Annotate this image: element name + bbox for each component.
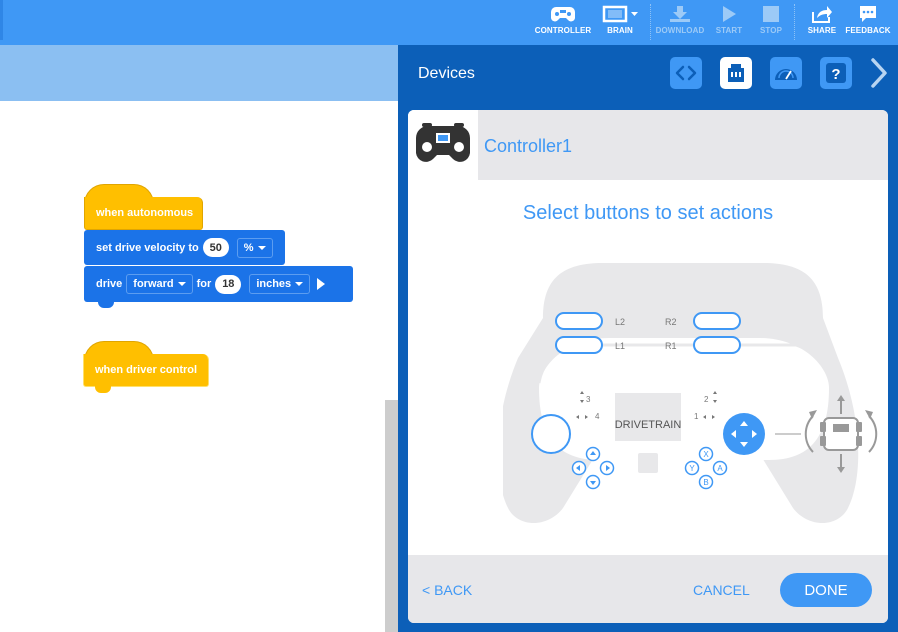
share-label: SHARE bbox=[807, 26, 837, 35]
toolbar-left-tab bbox=[0, 0, 3, 40]
set-drive-velocity-block[interactable]: set drive velocity to 50 % bbox=[84, 230, 285, 265]
when-driver-control-block[interactable]: when driver control bbox=[83, 354, 209, 387]
blocks-workspace[interactable]: when autonomous set drive velocity to 50… bbox=[0, 101, 398, 632]
l1-button[interactable] bbox=[555, 336, 603, 354]
feedback-icon bbox=[860, 6, 876, 22]
controller-icon bbox=[416, 123, 470, 162]
instruction-text: Select buttons to set actions bbox=[522, 202, 774, 224]
r1-label: R1 bbox=[665, 341, 677, 351]
drive-direction-label: forward bbox=[133, 278, 174, 290]
controller-label: CONTROLLER bbox=[534, 26, 592, 35]
axis-3-label: 3 bbox=[586, 395, 591, 404]
devices-panel: Devices ? Controller1 Select buttons to … bbox=[398, 45, 898, 632]
r2-button[interactable] bbox=[693, 312, 741, 330]
axis-2-label: 2 bbox=[704, 395, 709, 404]
brain-icon bbox=[602, 5, 638, 23]
l1-label: L1 bbox=[615, 341, 625, 351]
toolbar-separator bbox=[794, 4, 795, 40]
r1-button[interactable] bbox=[693, 336, 741, 354]
code-view-button[interactable] bbox=[670, 57, 702, 89]
velocity-value-input[interactable]: 50 bbox=[202, 238, 229, 257]
left-joystick[interactable] bbox=[531, 414, 571, 454]
device-name: Controller1 bbox=[484, 136, 573, 156]
controller-icon bbox=[551, 7, 575, 22]
dashboard-button[interactable] bbox=[770, 57, 802, 89]
brain-label: BRAIN bbox=[607, 26, 633, 35]
drive-distance-input[interactable]: 18 bbox=[215, 274, 242, 294]
done-button[interactable]: DONE bbox=[780, 573, 872, 607]
collapse-panel-chevron-icon[interactable] bbox=[868, 57, 890, 89]
x-label: X bbox=[703, 450, 709, 459]
share-icon bbox=[812, 6, 832, 23]
workspace-scrollbar[interactable] bbox=[385, 400, 398, 632]
l2-button[interactable] bbox=[555, 312, 603, 330]
chevron-down-icon bbox=[295, 282, 304, 286]
brain-button[interactable]: BRAIN bbox=[598, 0, 642, 45]
cancel-button[interactable]: CANCEL bbox=[693, 582, 750, 598]
toolbar-separator bbox=[650, 4, 651, 40]
device-header: Controller1 bbox=[408, 110, 888, 180]
drive-label: drive bbox=[96, 278, 123, 290]
a-label: A bbox=[717, 464, 723, 473]
drivetrain-label: DRIVETRAIN bbox=[615, 419, 682, 431]
drive-unit-label: inches bbox=[256, 278, 292, 290]
block-notch bbox=[95, 386, 111, 393]
feedback-label: FEEDBACK bbox=[845, 26, 891, 35]
devices-button[interactable] bbox=[720, 57, 752, 89]
play-icon bbox=[723, 6, 736, 22]
axis-4-label: 4 bbox=[595, 412, 600, 421]
axis-1-label: 1 bbox=[694, 412, 699, 421]
help-icon: ? bbox=[826, 63, 846, 83]
controller-button[interactable]: CONTROLLER bbox=[533, 0, 593, 45]
stop-icon bbox=[763, 6, 779, 22]
b-label: B bbox=[703, 478, 708, 487]
when-autonomous-block[interactable]: when autonomous bbox=[84, 197, 203, 230]
share-button[interactable]: SHARE bbox=[804, 0, 840, 45]
drive-for-label: for bbox=[196, 278, 212, 290]
device-thumbnail bbox=[408, 110, 478, 180]
help-button[interactable]: ? bbox=[820, 57, 852, 89]
download-label: DOWNLOAD bbox=[655, 26, 705, 35]
panel-title: Devices bbox=[418, 65, 475, 82]
y-label: Y bbox=[689, 464, 695, 473]
drive-for-block[interactable]: drive forward for 18 inches bbox=[84, 266, 353, 302]
set-velocity-label: set drive velocity to bbox=[96, 241, 199, 254]
feedback-button[interactable]: FEEDBACK bbox=[845, 0, 891, 45]
expand-arrow-icon[interactable] bbox=[316, 277, 326, 291]
controller-screen bbox=[615, 393, 681, 441]
stop-button[interactable]: STOP bbox=[755, 0, 787, 45]
when-autonomous-label: when autonomous bbox=[96, 207, 194, 219]
port-icon bbox=[728, 64, 744, 82]
stop-label: STOP bbox=[759, 26, 783, 35]
r2-label: R2 bbox=[665, 317, 677, 327]
start-label: START bbox=[715, 26, 743, 35]
chevron-down-icon bbox=[257, 245, 266, 250]
device-config-card: Controller1 Select buttons to set action… bbox=[408, 110, 888, 623]
gamepad-diagram: L2 L1 R2 R1 DRIVETRAIN 3 4 2 1 X B Y A bbox=[503, 263, 878, 523]
top-toolbar: CONTROLLER BRAIN DOWNLOAD START STOP SHA… bbox=[0, 0, 898, 45]
velocity-unit-label: % bbox=[243, 241, 254, 254]
back-button[interactable]: < BACK bbox=[422, 582, 472, 598]
drive-direction-dropdown[interactable]: forward bbox=[126, 274, 193, 294]
block-notch bbox=[98, 301, 114, 308]
center-button bbox=[638, 453, 658, 473]
chevron-down-icon bbox=[177, 282, 186, 286]
gauge-icon bbox=[775, 69, 797, 80]
workspace-header bbox=[0, 45, 398, 101]
right-joystick[interactable] bbox=[723, 413, 765, 455]
when-driver-control-label: when driver control bbox=[95, 364, 198, 376]
start-button[interactable]: START bbox=[712, 0, 746, 45]
l2-label: L2 bbox=[615, 317, 625, 327]
download-button[interactable]: DOWNLOAD bbox=[652, 0, 708, 45]
drive-unit-dropdown[interactable]: inches bbox=[249, 274, 311, 294]
code-icon bbox=[675, 65, 697, 81]
download-icon bbox=[670, 6, 690, 22]
card-footer: < BACK CANCEL DONE bbox=[408, 555, 888, 623]
velocity-unit-dropdown[interactable]: % bbox=[236, 237, 273, 258]
svg-text:?: ? bbox=[831, 66, 840, 83]
